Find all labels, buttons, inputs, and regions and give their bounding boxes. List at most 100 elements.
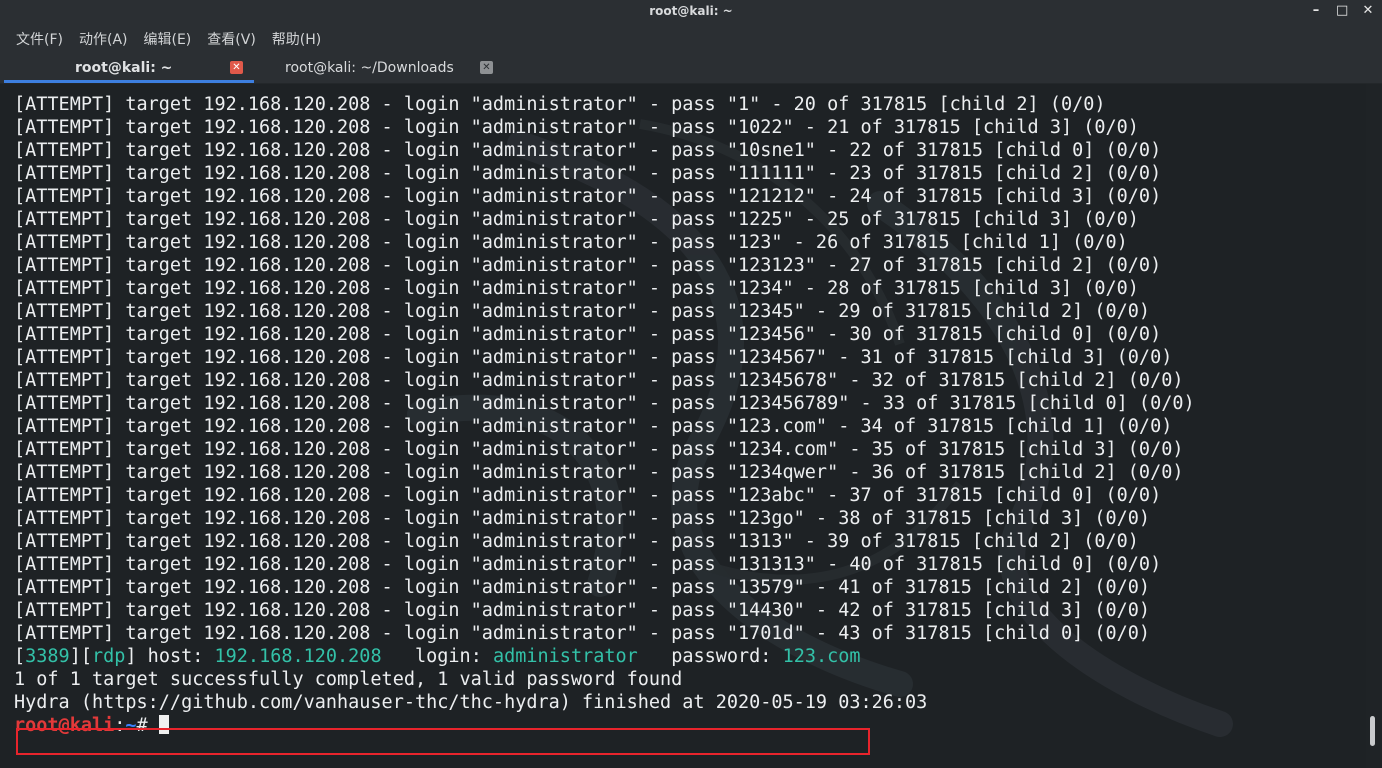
attempt-prefix: [ATTEMPT] target 192.168.120.208 - login… [14,347,727,368]
summary-line: 1 of 1 target successfully completed, 1 … [14,669,683,690]
attempt-prefix: [ATTEMPT] target 192.168.120.208 - login… [14,577,727,598]
attempt-line: [ATTEMPT] target 192.168.120.208 - login… [14,599,1195,622]
prompt-separator: : [114,715,126,736]
attempt-prefix: [ATTEMPT] target 192.168.120.208 - login… [14,600,727,621]
attempt-detail: "131313" - 40 of 317815 [child 0] (0/0) [726,554,1162,575]
minimize-button[interactable]: – [1310,3,1322,18]
attempt-line: [ATTEMPT] target 192.168.120.208 - login… [14,277,1195,300]
tab-root-home[interactable]: root@kali: ~ ✕ [0,54,254,84]
found-credential-line: [3389][rdp] host: 192.168.120.208 login:… [14,646,861,667]
tab-root-downloads[interactable]: root@kali: ~/Downloads ✕ [256,54,506,84]
attempt-line: [ATTEMPT] target 192.168.120.208 - login… [14,93,1195,116]
prompt-user: root@kali [14,715,115,736]
tab-close-icon[interactable]: ✕ [480,61,493,74]
attempt-prefix: [ATTEMPT] target 192.168.120.208 - login… [14,324,727,345]
attempt-detail: "1234.com" - 35 of 317815 [child 3] (0/0… [726,439,1184,460]
attempt-detail: "14430" - 42 of 317815 [child 3] (0/0) [726,600,1151,621]
attempt-line: [ATTEMPT] target 192.168.120.208 - login… [14,415,1195,438]
attempt-detail: "111111" - 23 of 317815 [child 2] (0/0) [726,163,1162,184]
title-bar: root@kali: ~ – □ ✕ [0,0,1382,24]
attempt-detail: "1234qwer" - 36 of 317815 [child 2] (0/0… [726,462,1184,483]
attempt-prefix: [ATTEMPT] target 192.168.120.208 - login… [14,117,727,138]
attempt-line: [ATTEMPT] target 192.168.120.208 - login… [14,323,1195,346]
attempt-detail: "123456" - 30 of 317815 [child 0] (0/0) [726,324,1162,345]
finished-line: Hydra (https://github.com/vanhauser-thc/… [14,692,928,713]
active-tab-indicator [4,80,254,83]
attempt-detail: "123456789" - 33 of 317815 [child 0] (0/… [726,393,1195,414]
attempt-detail: "123" - 26 of 317815 [child 1] (0/0) [726,232,1128,253]
attempt-line: [ATTEMPT] target 192.168.120.208 - login… [14,507,1195,530]
attempt-prefix: [ATTEMPT] target 192.168.120.208 - login… [14,462,727,483]
attempt-prefix: [ATTEMPT] target 192.168.120.208 - login… [14,370,727,391]
attempt-prefix: [ATTEMPT] target 192.168.120.208 - login… [14,278,727,299]
attempt-prefix: [ATTEMPT] target 192.168.120.208 - login… [14,209,727,230]
attempt-detail: "1234567" - 31 of 317815 [child 3] (0/0) [726,347,1173,368]
attempt-line: [ATTEMPT] target 192.168.120.208 - login… [14,369,1195,392]
attempt-detail: "1" - 20 of 317815 [child 2] (0/0) [726,94,1106,115]
attempt-line: [ATTEMPT] target 192.168.120.208 - login… [14,553,1195,576]
close-window-button[interactable]: ✕ [1362,3,1374,18]
found-login: administrator [492,646,638,667]
attempt-prefix: [ATTEMPT] target 192.168.120.208 - login… [14,163,727,184]
attempt-detail: "123abc" - 37 of 317815 [child 0] (0/0) [726,485,1162,506]
menu-view[interactable]: 查看(V) [201,29,262,49]
attempt-detail: "123.com" - 34 of 317815 [child 1] (0/0) [726,416,1173,437]
attempt-prefix: [ATTEMPT] target 192.168.120.208 - login… [14,140,727,161]
window-title: root@kali: ~ [649,4,733,18]
attempt-prefix: [ATTEMPT] target 192.168.120.208 - login… [14,393,727,414]
attempt-prefix: [ATTEMPT] target 192.168.120.208 - login… [14,232,727,253]
attempt-detail: "10sne1" - 22 of 317815 [child 0] (0/0) [726,140,1162,161]
menu-file[interactable]: 文件(F) [10,29,69,49]
found-port: 3389 [25,646,70,667]
attempt-detail: "12345678" - 32 of 317815 [child 2] (0/0… [726,370,1184,391]
attempt-prefix: [ATTEMPT] target 192.168.120.208 - login… [14,623,727,644]
attempt-line: [ATTEMPT] target 192.168.120.208 - login… [14,139,1195,162]
terminal-lines: [ATTEMPT] target 192.168.120.208 - login… [14,93,1195,737]
host-label: host: [136,646,215,667]
attempt-detail: "12345" - 29 of 317815 [child 2] (0/0) [726,301,1151,322]
attempt-prefix: [ATTEMPT] target 192.168.120.208 - login… [14,485,727,506]
attempt-line: [ATTEMPT] target 192.168.120.208 - login… [14,300,1195,323]
attempt-line: [ATTEMPT] target 192.168.120.208 - login… [14,438,1195,461]
attempt-prefix: [ATTEMPT] target 192.168.120.208 - login… [14,439,727,460]
attempt-detail: "1701d" - 43 of 317815 [child 0] (0/0) [726,623,1151,644]
attempt-detail: "123123" - 27 of 317815 [child 2] (0/0) [726,255,1162,276]
text-cursor [158,715,169,734]
tab-bar: root@kali: ~ ✕ root@kali: ~/Downloads ✕ [0,54,1382,84]
found-host: 192.168.120.208 [214,646,382,667]
menu-edit[interactable]: 编辑(E) [138,29,198,49]
attempt-detail: "1225" - 25 of 317815 [child 3] (0/0) [726,209,1139,230]
attempt-line: [ATTEMPT] target 192.168.120.208 - login… [14,116,1195,139]
attempt-line: [ATTEMPT] target 192.168.120.208 - login… [14,461,1195,484]
attempt-detail: "13579" - 41 of 317815 [child 2] (0/0) [726,577,1151,598]
attempt-line: [ATTEMPT] target 192.168.120.208 - login… [14,185,1195,208]
attempt-line: [ATTEMPT] target 192.168.120.208 - login… [14,576,1195,599]
tab-label: root@kali: ~/Downloads [285,60,454,76]
menu-action[interactable]: 动作(A) [73,29,134,49]
menu-help[interactable]: 帮助(H) [266,29,327,49]
terminal-scrollbar[interactable] [1366,84,1382,768]
login-label: login: [381,646,493,667]
tab-label: root@kali: ~ [75,60,173,76]
scrollbar-thumb[interactable] [1370,716,1375,746]
maximize-button[interactable]: □ [1336,3,1348,18]
attempt-detail: "1022" - 21 of 317815 [child 3] (0/0) [726,117,1139,138]
attempt-line: [ATTEMPT] target 192.168.120.208 - login… [14,346,1195,369]
window-controls: – □ ✕ [1310,3,1374,18]
attempt-line: [ATTEMPT] target 192.168.120.208 - login… [14,530,1195,553]
attempt-line: [ATTEMPT] target 192.168.120.208 - login… [14,208,1195,231]
shell-prompt[interactable]: root@kali:~# [14,714,1195,737]
tab-close-icon[interactable]: ✕ [230,61,243,74]
attempt-prefix: [ATTEMPT] target 192.168.120.208 - login… [14,508,727,529]
terminal-output[interactable]: [ATTEMPT] target 192.168.120.208 - login… [0,84,1366,768]
attempt-prefix: [ATTEMPT] target 192.168.120.208 - login… [14,416,727,437]
attempt-line: [ATTEMPT] target 192.168.120.208 - login… [14,162,1195,185]
prompt-path: ~ [125,715,137,736]
attempt-prefix: [ATTEMPT] target 192.168.120.208 - login… [14,94,727,115]
attempt-line: [ATTEMPT] target 192.168.120.208 - login… [14,392,1195,415]
attempt-detail: "1313" - 39 of 317815 [child 2] (0/0) [726,531,1139,552]
attempt-line: [ATTEMPT] target 192.168.120.208 - login… [14,622,1195,645]
found-password: 123.com [782,646,861,667]
attempt-line: [ATTEMPT] target 192.168.120.208 - login… [14,484,1195,507]
password-label: password: [637,646,783,667]
